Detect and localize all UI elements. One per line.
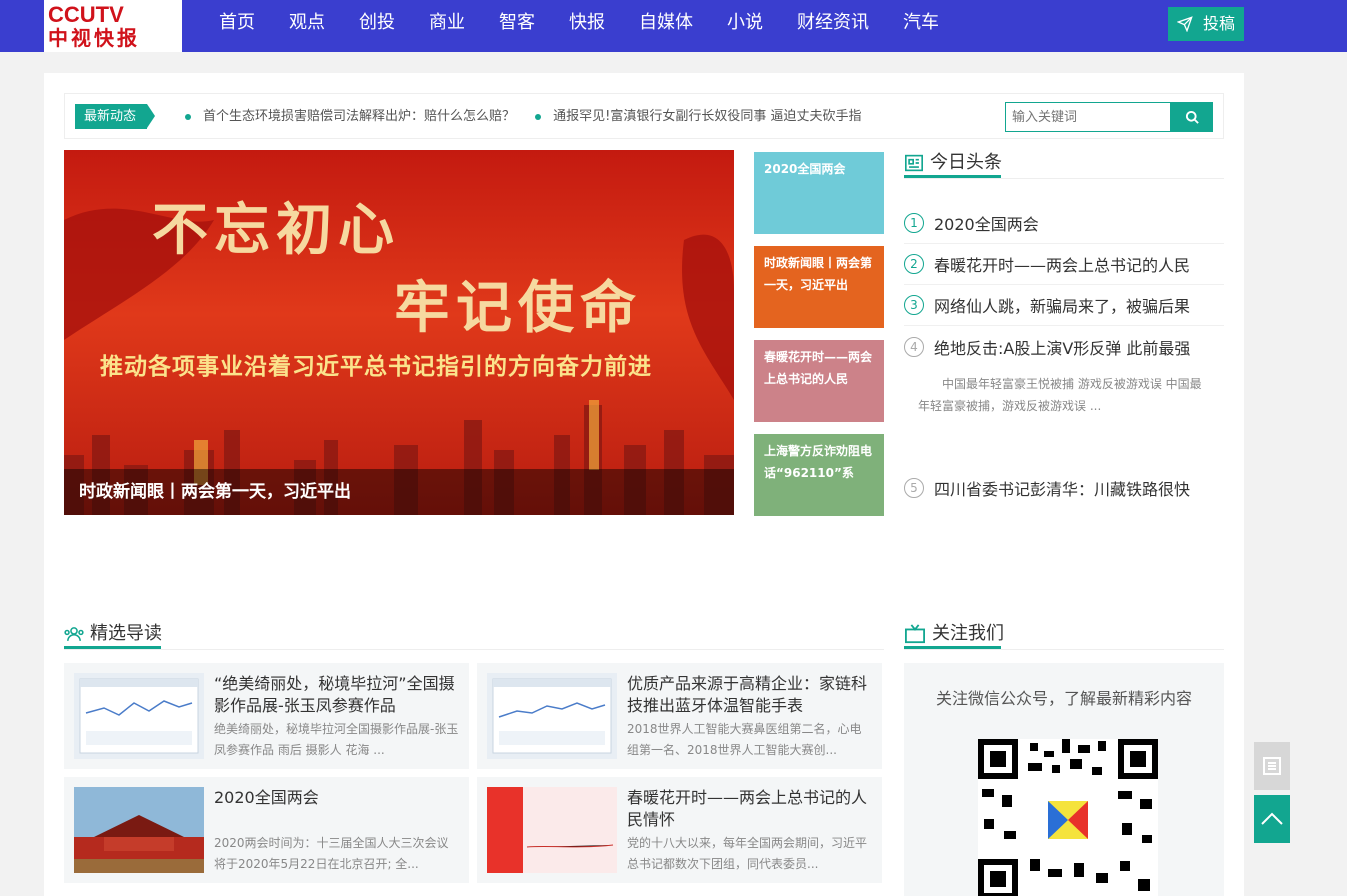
article-excerpt: 绝美绮丽处，秘境毕拉河全国摄影作品展-张玉凤参赛作品 雨后 摄影人 花海 ... <box>214 722 459 757</box>
headline-item[interactable]: 1 2020全国两会 <box>904 203 1224 244</box>
text-convert-icon <box>1263 757 1281 775</box>
rank-number: 5 <box>904 477 924 498</box>
nav-item-we-media[interactable]: 自媒体 <box>622 0 710 52</box>
back-to-top-button[interactable] <box>1254 795 1290 843</box>
article-title: 春暖花开时——两会上总书记的人民情怀 <box>627 788 868 829</box>
article-title: “绝美绮丽处，秘境毕拉河”全国摄影作品展-张玉凤参赛作品 <box>214 674 455 715</box>
follow-panel: 关注微信公众号，了解最新精彩内容 <box>904 663 1224 896</box>
banner-headline-1: 不忘初心 <box>152 197 400 263</box>
topic-tile[interactable]: 春暖花开时——两会上总书记的人民 <box>754 340 884 422</box>
banner-headline-2: 牢记使命 <box>394 275 642 341</box>
headline-item[interactable]: 4 绝地反击:A股上演V形反弹 此前最强 <box>904 326 1224 367</box>
article-title: 2020全国两会 <box>214 788 319 807</box>
topic-tiles: 2020全国两会 时政新闻眼丨两会第一天，习近平出 春暖花开时——两会上总书记的… <box>754 152 884 528</box>
rank-number: 4 <box>904 336 924 357</box>
news-ticker: 首个生态环境损害赔偿司法解释出炉：赔什么怎么赔？ 通报罕见!富滇银行女副行长奴役… <box>185 94 905 140</box>
rank-number: 3 <box>904 295 924 315</box>
bullet-dot-icon <box>535 113 542 120</box>
rank-number: 2 <box>904 254 924 274</box>
article-title: 优质产品来源于高精企业：家链科技推出蓝牙体温智能手表 <box>627 674 868 715</box>
search-input[interactable] <box>1005 102 1171 132</box>
red-poster-thumbnail-image <box>487 787 617 873</box>
article-excerpt: 党的十八大以来，每年全国两会期间，习近平总书记都数次下团组，同代表委员... <box>627 836 868 871</box>
ticker-item[interactable]: 通报罕见!富滇银行女副行长奴役同事 逼迫丈夫砍手指 <box>535 109 862 124</box>
headline-item[interactable]: 3 网络仙人跳，新骗局来了，被骗后果 <box>904 285 1224 326</box>
ticker-item[interactable]: 首个生态环境损害赔偿司法解释出炉：赔什么怎么赔？ <box>185 109 515 124</box>
nav-item-zhike[interactable]: 智客 <box>482 0 552 52</box>
headline-text: 四川省委书记彭清华：川藏铁路很快 <box>934 479 1191 499</box>
follow-title: 关注我们 <box>932 622 1004 644</box>
traditional-chinese-toggle-button[interactable] <box>1254 742 1290 790</box>
submit-article-button[interactable]: 投稿 <box>1168 7 1244 41</box>
headline-text: 春暖花开时——两会上总书记的人民 <box>934 256 1191 275</box>
article-card[interactable]: “绝美绮丽处，秘境毕拉河”全国摄影作品展-张玉凤参赛作品 绝美绮丽处，秘境毕拉河… <box>64 663 469 769</box>
search-box <box>1005 102 1213 132</box>
topic-tile[interactable]: 2020全国两会 <box>754 152 884 234</box>
nav-item-home[interactable]: 首页 <box>202 0 272 52</box>
featured-title: 精选导读 <box>90 622 162 644</box>
newspaper-icon <box>905 154 923 171</box>
topic-tile[interactable]: 时政新闻眼丨两会第一天，习近平出 <box>754 246 884 328</box>
headline-summary: 中国最年轻富豪王悦被捕 游戏反被游戏误 中国最年轻富豪被捕，游戏反被游戏误 ..… <box>918 377 1202 413</box>
search-icon <box>1185 110 1199 124</box>
logo-text-top: CCUTV <box>48 2 124 27</box>
main-container: 最新动态 首个生态环境损害赔偿司法解释出炉：赔什么怎么赔？ 通报罕见!富滇银行女… <box>44 73 1244 896</box>
qr-code-image <box>978 739 1158 896</box>
headlines-section-title: 今日头条 <box>904 147 1224 179</box>
follow-text: 关注微信公众号，了解最新精彩内容 <box>935 689 1192 708</box>
tv-icon <box>905 623 925 643</box>
latest-news-tag: 最新动态 <box>75 104 155 129</box>
main-nav: 首页 观点 创投 商业 智客 快报 自媒体 小说 财经资讯 汽车 <box>202 0 956 52</box>
follow-section-title: 关注我们 <box>904 618 1224 650</box>
headline-item[interactable]: 5 四川省委书记彭清华：川藏铁路很快 <box>904 467 1224 508</box>
bullet-dot-icon <box>185 113 191 120</box>
headlines-list: 1 2020全国两会 2 春暖花开时——两会上总书记的人民 3 网络仙人跳，新骗局来了… <box>904 203 1224 508</box>
paper-plane-icon <box>1176 16 1193 32</box>
chart-thumbnail-image <box>74 673 204 759</box>
search-button[interactable] <box>1171 102 1213 132</box>
nav-item-business[interactable]: 商业 <box>412 0 482 52</box>
article-card[interactable]: 2020全国两会 2020两会时间为：十三届全国人大三次会议将于2020年5月2… <box>64 777 469 883</box>
nav-item-auto[interactable]: 汽车 <box>886 0 956 52</box>
headline-item[interactable]: 2 春暖花开时——两会上总书记的人民 <box>904 244 1224 285</box>
chart-thumbnail-image <box>487 673 617 759</box>
latest-news-bar: 最新动态 首个生态环境损害赔偿司法解释出炉：赔什么怎么赔？ 通报罕见!富滇银行女… <box>64 93 1224 139</box>
rank-number: 1 <box>904 213 924 233</box>
nav-item-news-flash[interactable]: 快报 <box>552 0 622 52</box>
top-navbar: CCUTV 中视快报 首页 观点 创投 商业 智客 快报 自媒体 小说 财经资讯… <box>0 0 1347 52</box>
featured-section-title: 精选导读 <box>64 618 884 650</box>
headline-text: 网络仙人跳，新骗局来了，被骗后果 <box>934 297 1191 316</box>
article-excerpt: 2018世界人工智能大赛鼻医组第二名，心电组第一名、2018世界人工智能大赛创.… <box>627 722 862 757</box>
article-excerpt: 2020两会时间为：十三届全国人大三次会议将于2020年5月22日在北京召开; … <box>214 836 449 871</box>
banner-subheadline: 推动各项事业沿着习近平总书记指引的方向奋力前进 <box>100 354 652 380</box>
logo-text-bottom: 中视快报 <box>48 26 140 50</box>
nav-item-finance[interactable]: 财经资讯 <box>780 0 886 52</box>
headline-text: 绝地反击:A股上演V形反弹 此前最强 <box>934 338 1191 358</box>
nav-item-novel[interactable]: 小说 <box>710 0 780 52</box>
users-icon <box>64 626 84 641</box>
headlines-title: 今日头条 <box>930 151 1002 173</box>
nav-item-venture[interactable]: 创投 <box>342 0 412 52</box>
slider-caption[interactable]: 时政新闻眼丨两会第一天，习近平出 <box>64 469 734 515</box>
topic-tile[interactable]: 上海警方反诈劝阻电话“962110”系 <box>754 434 884 516</box>
article-card[interactable]: 春暖花开时——两会上总书记的人民情怀 党的十八大以来，每年全国两会期间，习近平总… <box>477 777 882 883</box>
hero-slider[interactable]: 不忘初心 牢记使命 推动各项事业沿着习近平总书记指引的方向奋力前进 时政新闻眼丨… <box>64 150 734 515</box>
article-card[interactable]: 优质产品来源于高精企业：家链科技推出蓝牙体温智能手表 2018世界人工智能大赛鼻… <box>477 663 882 769</box>
site-logo[interactable]: CCUTV 中视快报 <box>44 0 182 52</box>
submit-label: 投稿 <box>1202 14 1235 33</box>
chevron-up-icon <box>1261 812 1283 825</box>
tiananmen-thumbnail-image <box>74 787 204 873</box>
nav-item-opinion[interactable]: 观点 <box>272 0 342 52</box>
headline-text: 2020全国两会 <box>934 215 1039 234</box>
